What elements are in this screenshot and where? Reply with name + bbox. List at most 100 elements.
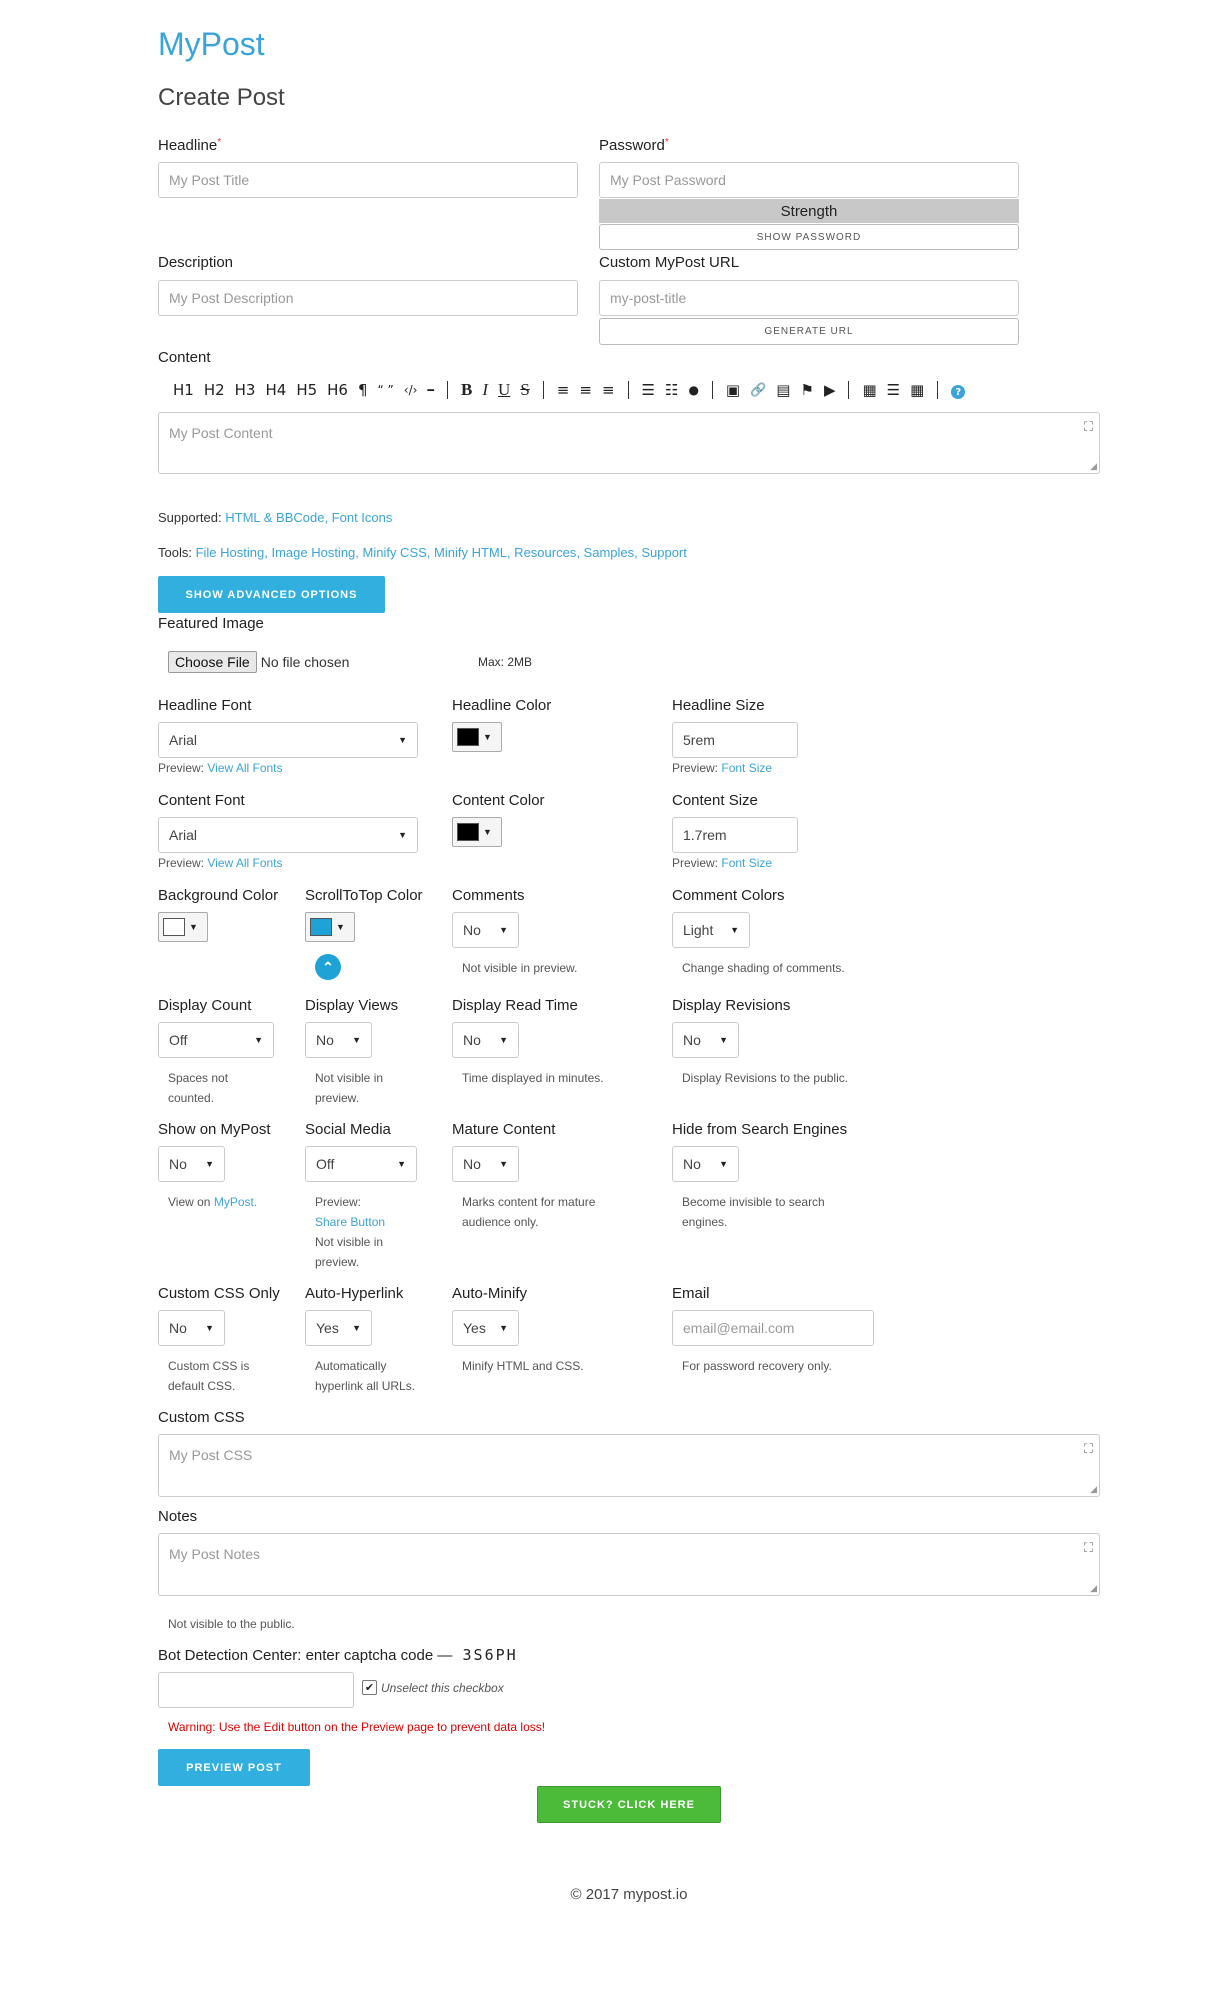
stuck-click-here-button[interactable]: STUCK? CLICK HERE [537, 1786, 721, 1823]
unordered-list-icon[interactable]: ☰ [637, 381, 660, 399]
h3-button[interactable]: H3 [230, 381, 261, 399]
toolbar-divider [542, 381, 544, 399]
expand-icon[interactable]: ⛶ [1084, 1441, 1093, 1457]
headline-size-preview: Preview: Font Size [672, 761, 773, 775]
strikethrough-icon[interactable]: S [515, 380, 534, 400]
align-right-icon[interactable]: ≡ [574, 381, 597, 399]
h6-button[interactable]: H6 [322, 381, 353, 399]
footer-copyright: © 2017 mypost.io [570, 1886, 688, 1903]
captcha-checkbox[interactable]: ✔ [362, 1680, 377, 1695]
display-revisions-select[interactable]: No ▼ [672, 1022, 739, 1058]
mypost-link[interactable]: MyPost. [214, 1195, 257, 1209]
view-all-fonts-link[interactable]: View All Fonts [207, 856, 282, 870]
image-icon[interactable]: ▣ [721, 381, 745, 399]
hide-search-select[interactable]: No ▼ [672, 1146, 739, 1182]
resize-grip-icon[interactable]: ◢ [1090, 1583, 1097, 1594]
custom-url-input[interactable]: my-post-title [599, 280, 1019, 316]
tools-links[interactable]: File Hosting, Image Hosting, Minify CSS,… [196, 545, 687, 560]
code-icon[interactable]: ‹/› [399, 383, 423, 397]
email-input[interactable]: email@email.com [672, 1310, 874, 1346]
youtube-icon[interactable]: ▶ [819, 381, 841, 399]
help-icon[interactable]: ? [946, 381, 970, 400]
h1-button[interactable]: H1 [168, 381, 199, 399]
hide-search-label: Hide from Search Engines [672, 1121, 848, 1138]
resize-grip-icon[interactable]: ◢ [1090, 1484, 1097, 1495]
content-font-select[interactable]: Arial ▼ [158, 817, 418, 853]
content-textarea[interactable]: My Post Content ⛶ ◢ [158, 412, 1100, 474]
show-password-button[interactable]: SHOW PASSWORD [599, 224, 1019, 250]
mature-content-select[interactable]: No ▼ [452, 1146, 519, 1182]
auto-minify-hint: Minify HTML and CSS. [462, 1359, 584, 1373]
color-swatch [457, 728, 479, 746]
generate-url-button[interactable]: GENERATE URL [599, 318, 1019, 345]
align-center-icon[interactable]: ≡ [552, 381, 575, 399]
show-advanced-options-button[interactable]: SHOW ADVANCED OPTIONS [158, 576, 385, 613]
font-size-link[interactable]: Font Size [721, 856, 772, 870]
social-media-select[interactable]: Off ▼ [305, 1146, 417, 1182]
custom-css-textarea[interactable]: My Post CSS ⛶ ◢ [158, 1434, 1100, 1497]
comments-select[interactable]: No ▼ [452, 912, 519, 948]
background-color-label: Background Color [158, 887, 279, 904]
headline-color-picker[interactable]: ▼ [452, 722, 502, 752]
h4-button[interactable]: H4 [260, 381, 291, 399]
description-input[interactable]: My Post Description [158, 280, 578, 316]
custom-css-only-select[interactable]: No ▼ [158, 1310, 225, 1346]
grid-icon[interactable]: ▦ [905, 381, 929, 399]
flag-icon[interactable]: ⚑ [795, 381, 818, 399]
comments-label: Comments [452, 887, 525, 904]
brand-logo[interactable]: MyPost [158, 26, 265, 63]
content-color-label: Content Color [452, 792, 545, 809]
preview-post-button[interactable]: PREVIEW POST [158, 1749, 310, 1786]
share-button-link[interactable]: Share Button [315, 1212, 405, 1232]
file-icon[interactable]: ▤ [771, 381, 795, 399]
display-views-select[interactable]: No ▼ [305, 1022, 372, 1058]
justify-icon[interactable]: ≡ [597, 381, 620, 399]
h5-button[interactable]: H5 [291, 381, 322, 399]
bullet-icon[interactable]: ● [683, 383, 703, 397]
headline-size-input[interactable]: 5rem [672, 722, 798, 758]
bold-icon[interactable]: B [456, 380, 477, 400]
link-icon[interactable]: 🔗 [745, 383, 771, 398]
headline-input[interactable]: My Post Title [158, 162, 578, 198]
display-count-select[interactable]: Off ▼ [158, 1022, 274, 1058]
content-size-input[interactable]: 1.7rem [672, 817, 798, 853]
underline-icon[interactable]: U [493, 380, 515, 400]
resize-grip-icon[interactable]: ◢ [1090, 461, 1097, 472]
notes-textarea[interactable]: My Post Notes ⛶ ◢ [158, 1533, 1100, 1596]
display-read-time-select[interactable]: No ▼ [452, 1022, 519, 1058]
view-all-fonts-link[interactable]: View All Fonts [207, 761, 282, 775]
password-input[interactable]: My Post Password [599, 162, 1019, 198]
comment-colors-select[interactable]: Light ▼ [672, 912, 750, 948]
background-color-picker[interactable]: ▼ [158, 912, 208, 942]
choose-file-button[interactable]: Choose File [168, 651, 257, 673]
display-count-hint: Spaces not counted. [168, 1071, 229, 1105]
display-views-hint: Not visible in preview. [315, 1071, 384, 1105]
warning-text: Warning: Use the Edit button on the Prev… [168, 1720, 546, 1734]
show-on-mypost-select[interactable]: No ▼ [158, 1146, 225, 1182]
scroll-to-top-color-label: ScrollToTop Color [305, 887, 423, 904]
content-size-label: Content Size [672, 792, 758, 809]
notes-label: Notes [158, 1508, 198, 1525]
font-size-link[interactable]: Font Size [721, 761, 772, 775]
email-hint: For password recovery only. [682, 1359, 832, 1373]
custom-css-only-hint: Custom CSS is default CSS. [168, 1359, 250, 1393]
scroll-to-top-color-picker[interactable]: ▼ [305, 912, 355, 942]
expand-icon[interactable]: ⛶ [1084, 419, 1093, 435]
captcha-input[interactable] [158, 1672, 354, 1708]
auto-minify-select[interactable]: Yes ▼ [452, 1310, 519, 1346]
italic-icon[interactable]: I [477, 380, 493, 400]
ordered-list-icon[interactable]: ☷ [660, 381, 683, 399]
horizontal-rule-icon[interactable]: ━ [422, 384, 439, 397]
content-color-picker[interactable]: ▼ [452, 817, 502, 847]
table-icon[interactable]: ▦ [857, 381, 881, 399]
list-view-icon[interactable]: ☰ [882, 381, 905, 399]
expand-icon[interactable]: ⛶ [1084, 1540, 1093, 1556]
social-media-hint: Preview: Share Button Not visible in pre… [315, 1192, 405, 1272]
quote-icon[interactable]: “ ” [373, 383, 399, 397]
h2-button[interactable]: H2 [199, 381, 230, 399]
headline-font-label: Headline Font [158, 697, 252, 714]
headline-font-select[interactable]: Arial ▼ [158, 722, 418, 758]
supported-links[interactable]: HTML & BBCode, Font Icons [225, 510, 392, 525]
auto-hyperlink-select[interactable]: Yes ▼ [305, 1310, 372, 1346]
pilcrow-icon[interactable]: ¶ [353, 381, 373, 399]
